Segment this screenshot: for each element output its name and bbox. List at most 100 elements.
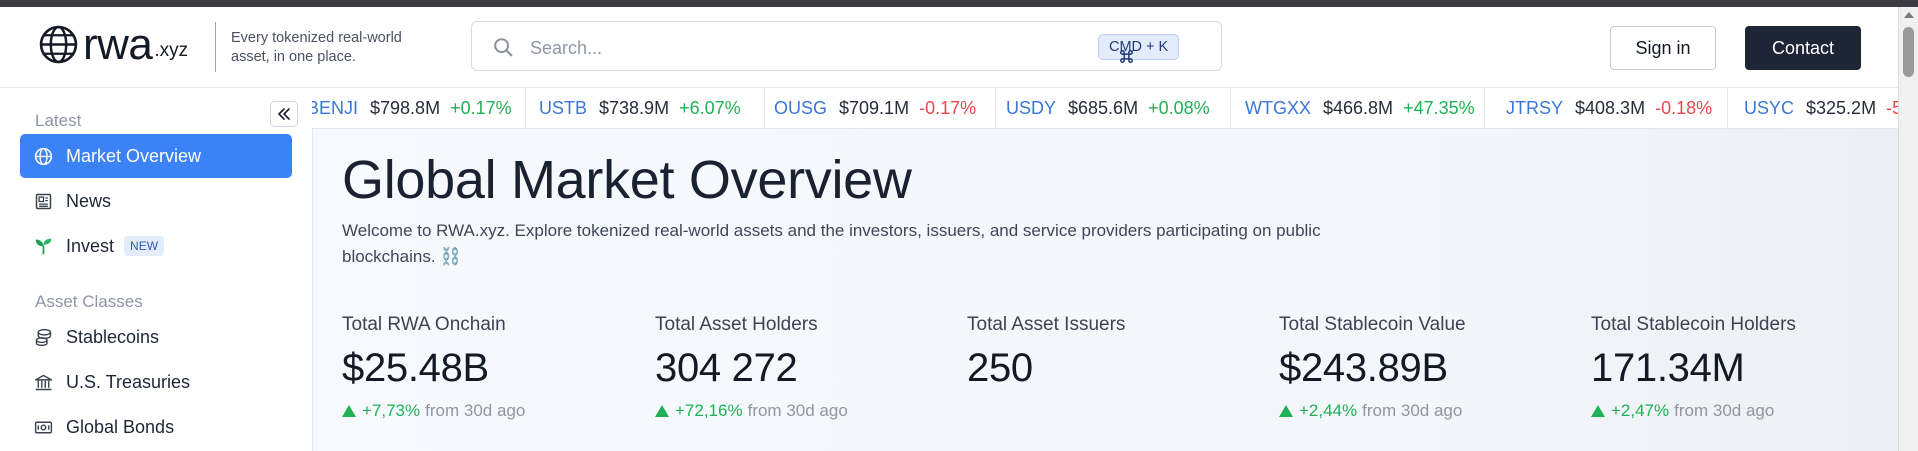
collapse-sidebar-button[interactable] [270,101,298,127]
ticker-symbol: BENJI [312,97,359,118]
logo-tld: .xyz [154,40,189,61]
sidebar-section-latest: Latest [35,111,82,130]
stat-change-period: from 30d ago [425,401,526,420]
stat-value: $243.89B [1279,346,1448,390]
command-key-icon [1120,50,1133,63]
ticker-divider [764,88,765,128]
sidebar-item-label: Global Bonds [66,416,175,437]
sidebar-section-asset-classes: Asset Classes [35,292,143,311]
sidebar-item-global-bonds[interactable]: Global Bonds [20,405,292,449]
bank-icon [34,374,53,390]
trend-up-icon [1279,405,1293,417]
stat-label: Total Asset Issuers [967,314,1126,335]
stat-value: $25.48B [342,346,489,390]
stat-change: +2,47% from 30d ago [1591,401,1871,421]
sidebar-item-stablecoins[interactable]: Stablecoins [20,315,292,359]
logo-divider [215,22,216,72]
stat-label: Total Asset Holders [655,314,818,335]
search-icon [494,38,513,57]
newspaper-icon [35,193,52,209]
stat-value: 250 [967,346,1033,390]
sidebar-item-label: News [66,190,112,211]
stat-change-percent: +2,47% [1611,401,1670,420]
stat-total-rwa-onchain: Total RWA Onchain $25.48B +7,73% from 30… [342,314,622,421]
ticker-divider [1727,88,1728,128]
sprout-icon [35,238,52,254]
ticker-item[interactable]: JTRSY $408.3M -0.18% [1506,88,1712,128]
ticker-change: -0.17% [919,97,977,118]
trend-up-icon [342,405,356,417]
ticker-divider [1230,88,1231,128]
logo[interactable]: rwa .xyz [38,20,189,69]
stat-change-percent: +72,16% [675,401,743,420]
stat-total-stablecoin-value: Total Stablecoin Value $243.89B +2,44% f… [1279,314,1559,421]
ticker-change: +0.08% [1148,97,1210,118]
stat-value: 171.34M [1591,346,1745,390]
ticker-symbol: USTB [539,97,588,118]
stat-label: Total Stablecoin Value [1279,314,1466,335]
stat-change: +2,44% from 30d ago [1279,401,1559,421]
ticker-divider [1484,88,1485,128]
stat-change-percent: +7,73% [362,401,421,420]
stat-total-stablecoin-holders: Total Stablecoin Holders 171.34M +2,47% … [1591,314,1871,421]
ticker-symbol: JTRSY [1506,97,1564,118]
ticker-value: $709.1M [839,97,910,118]
ticker-value: $466.8M [1323,97,1394,118]
sidebar-item-invest[interactable]: Invest NEW [20,224,292,268]
banknote-icon [34,421,53,433]
sidebar-item-market-overview[interactable]: Market Overview [20,134,292,178]
trend-up-icon [1591,405,1605,417]
ticker-item[interactable]: OUSG $709.1M -0.17% [774,88,976,128]
asset-ticker: BENJI $798.8M +0.17% USTB $738.9M +6.07%… [312,88,1898,129]
ticker-value: $408.3M [1575,97,1646,118]
trend-up-icon [655,405,669,417]
ticker-symbol: OUSG [774,97,828,118]
market-overview-main: Global Market Overview Welcome to RWA.xy… [313,129,1898,451]
search-input[interactable] [528,34,1052,62]
sidebar-item-label: Invest [66,235,115,256]
intro-text: Welcome to RWA.xyz. Explore tokenized re… [342,221,1321,266]
search-shortcut-label: CMD + K [1109,39,1169,55]
stat-change-period: from 30d ago [747,401,848,420]
ticker-symbol: USYC [1744,97,1795,118]
sidebar-item-label: Market Overview [66,145,202,166]
logo-wordmark: rwa [83,20,153,69]
globe-logo-icon [39,25,78,64]
window-top-strip [0,0,1918,7]
contact-button[interactable]: Contact [1745,26,1861,70]
ticker-change: +47.35% [1403,97,1475,118]
ticker-item[interactable]: WTGXX $466.8M +47.35% [1245,88,1475,128]
ticker-divider [525,88,526,128]
ticker-value: $325.2M [1806,97,1877,118]
stat-total-asset-issuers: Total Asset Issuers 250 [967,314,1247,391]
stat-change: +72,16% from 30d ago [655,401,935,421]
sidebar-item-news[interactable]: News [20,179,292,223]
sign-in-button[interactable]: Sign in [1610,26,1716,70]
ticker-change: -5 [1886,97,1898,118]
sidebar: Latest Market Overview News Invest NEW A… [0,88,313,451]
site-header: rwa .xyz Every tokenized real-world asse… [0,7,1898,88]
sidebar-item-label: U.S. Treasuries [66,371,191,392]
scroll-thumb[interactable] [1903,27,1914,77]
page-scrollbar[interactable] [1898,7,1918,451]
ticker-item[interactable]: USDY $685.6M +0.08% [1006,88,1210,128]
stat-change-percent: +2,44% [1299,401,1358,420]
sidebar-item-us-treasuries[interactable]: U.S. Treasuries [20,360,292,404]
ticker-item[interactable]: USYC $325.2M -5 [1744,88,1898,128]
ticker-divider [995,88,996,128]
page-title: Global Market Overview [342,150,912,210]
scroll-up-arrow[interactable] [1904,12,1914,18]
ticker-change: +6.07% [679,97,741,118]
ticker-change: +0.17% [450,97,512,118]
chevrons-left-icon [278,108,290,120]
search-shortcut-badge: CMD + K [1098,34,1180,63]
stat-change-period: from 30d ago [1674,401,1775,420]
stat-total-asset-holders: Total Asset Holders 304 272 +72,16% from… [655,314,935,421]
coins-icon [35,328,52,346]
ticker-item[interactable]: USTB $738.9M +6.07% [539,88,741,128]
stat-label: Total Stablecoin Holders [1591,314,1796,335]
ticker-value: $798.8M [370,97,441,118]
search-bar[interactable]: CMD + K [471,21,1222,71]
ticker-symbol: WTGXX [1245,97,1311,118]
ticker-item[interactable]: BENJI $798.8M +0.17% [312,88,512,128]
